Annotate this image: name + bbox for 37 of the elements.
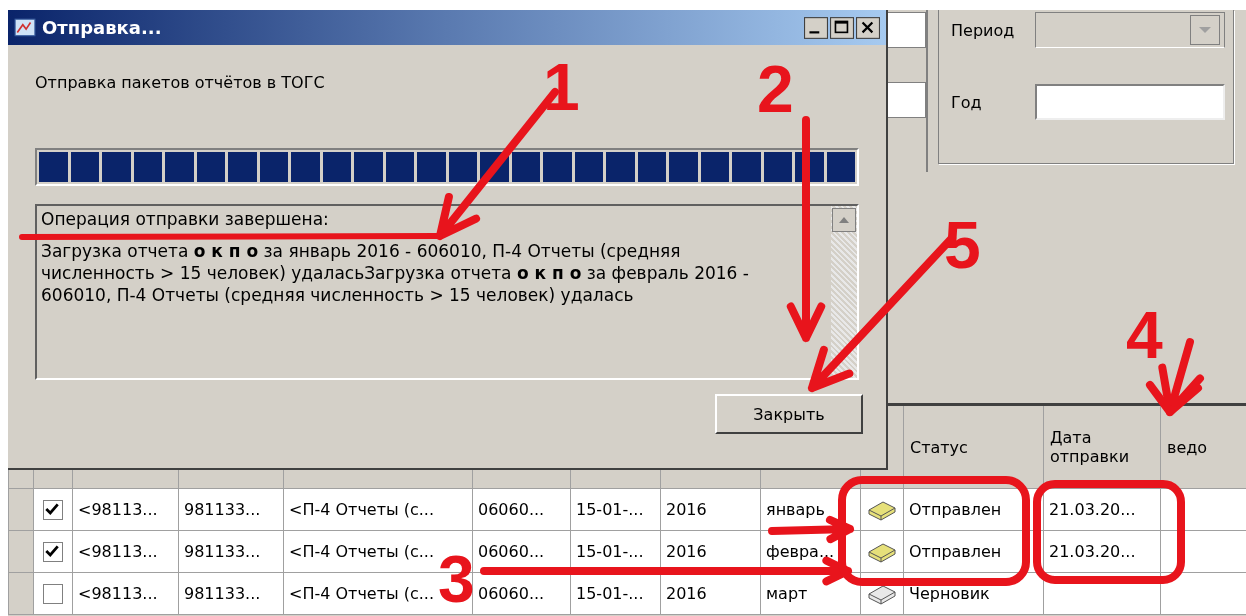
log-heading: Операция отправки завершена: — [41, 208, 330, 230]
app-icon — [14, 16, 36, 39]
column-header[interactable]: Статус — [903, 404, 1044, 489]
checkbox[interactable] — [43, 541, 63, 562]
input-field[interactable] — [888, 82, 926, 118]
table-cell: 981133... — [178, 530, 284, 573]
period-dropdown[interactable] — [1035, 12, 1225, 48]
maximize-icon[interactable] — [830, 16, 854, 39]
year-label: Год — [951, 92, 983, 112]
table-cell: 15-01-... — [570, 488, 661, 531]
table-cell: 21.03.20... — [1049, 500, 1136, 519]
table-cell: 2016 — [660, 488, 761, 531]
checkbox[interactable] — [43, 499, 63, 520]
annotation-number: 1 — [543, 50, 580, 124]
minimize-icon[interactable] — [804, 16, 828, 39]
table-cell: <98113... — [72, 530, 179, 573]
table-cell: <98113... — [72, 488, 179, 531]
table-cell: <98113... — [72, 572, 179, 615]
annotation-number: 2 — [757, 52, 794, 126]
table-cell: <П-4 Отчеты (с... — [283, 488, 473, 531]
close-button[interactable]: Закрыть — [715, 394, 863, 434]
scroll-up-icon[interactable] — [832, 208, 856, 232]
checkbox[interactable] — [43, 583, 63, 604]
close-icon[interactable] — [856, 16, 880, 39]
window-title: Отправка... — [42, 17, 163, 38]
period-label: Период — [951, 20, 1016, 40]
annotation-number: 4 — [1126, 298, 1163, 372]
table-cell: 06060... — [472, 488, 571, 531]
table-cell: 981133... — [178, 488, 284, 531]
table-cell: 981133... — [178, 572, 284, 615]
log-message: Загрузка отчета о к п о за январь 2016 - 606010, П-4 Отчеты (средняя численность > 15 человек) удаласьЗагрузка отчета о к п о за февраль 2016 - 606010, П-4 Отчеты (средняя численность > 15 человек) удалась — [41, 240, 750, 306]
column-header[interactable]: ведо — [1160, 404, 1246, 489]
year-field[interactable] — [1035, 84, 1225, 120]
input-field[interactable] — [888, 12, 926, 48]
table-cell: 21.03.20... — [1049, 542, 1136, 561]
dialog-caption: Отправка пакетов отчётов в ТОГС — [35, 73, 326, 92]
scrollbar[interactable] — [831, 206, 857, 378]
